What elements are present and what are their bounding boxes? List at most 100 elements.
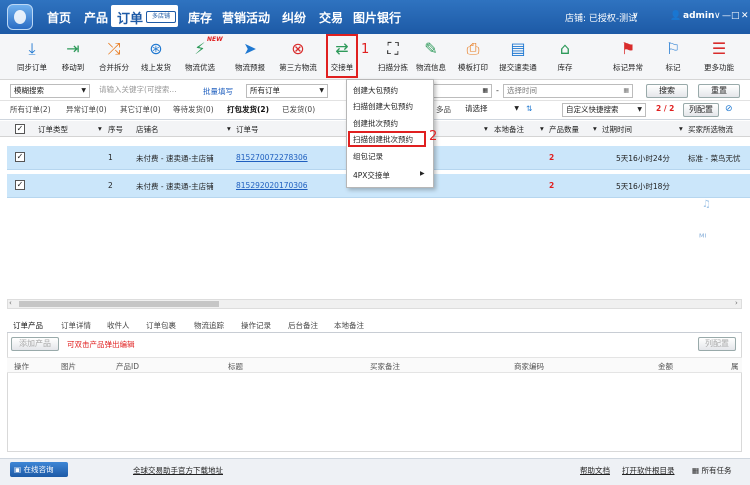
tab-waiting-ship[interactable]: 等待发货(0): [173, 104, 214, 115]
tab-shipped[interactable]: 已发货(0): [282, 104, 315, 115]
header-local-note[interactable]: 本地备注: [494, 124, 524, 135]
logistics-optimize-button[interactable]: ⚡ 物流优选: [178, 37, 222, 77]
menu-create-batch[interactable]: 创建批次预约: [353, 118, 398, 129]
tab-local-note[interactable]: 本地备注: [334, 320, 364, 331]
keyword-input[interactable]: 请输入关键字(可搜索...: [96, 84, 196, 98]
column-config-button[interactable]: 列配置: [683, 103, 719, 117]
col-attributes: 属: [731, 362, 739, 371]
row-checkbox[interactable]: ✓: [15, 152, 25, 162]
tab-order-details[interactable]: 订单详情: [61, 320, 91, 331]
app-logo-icon: [7, 4, 33, 30]
scrollbar-thumb[interactable]: [19, 301, 219, 307]
scroll-right-icon[interactable]: ›: [735, 299, 738, 307]
nav-marketing[interactable]: 营销活动: [222, 9, 270, 26]
header-order-no[interactable]: 订单号: [236, 124, 259, 135]
start-date-input[interactable]: ▦: [432, 84, 492, 98]
tab-logistics-tracking[interactable]: 物流追踪: [194, 320, 224, 331]
tab-backend-note[interactable]: 后台备注: [288, 320, 318, 331]
mark-button[interactable]: ⚐ 标记: [651, 37, 695, 77]
col-merchant-code: 商家编码: [514, 362, 544, 371]
row-expire: 5天16小时18分: [616, 182, 670, 191]
all-tasks-button[interactable]: ▦ 所有任务: [692, 465, 731, 476]
sort-icon[interactable]: ⇅: [526, 104, 532, 113]
inventory-button[interactable]: ⌂ 库存: [543, 37, 587, 77]
search-mode-select[interactable]: 模糊搜索 ▼: [10, 84, 90, 98]
nav-inventory[interactable]: 库存: [188, 9, 212, 26]
tab-all-orders[interactable]: 所有订单(2): [10, 104, 51, 115]
col-image: 图片: [61, 362, 76, 371]
detail-column-config-button[interactable]: 列配置: [698, 337, 736, 351]
store-selector[interactable]: 店铺: 已授权-测试: [565, 11, 637, 24]
reset-button[interactable]: 重置: [698, 84, 740, 98]
batch-fill-link[interactable]: 批量填写: [203, 86, 233, 97]
nav-orders[interactable]: 订单: [117, 8, 143, 27]
menu-scan-create-big-package[interactable]: 扫描创建大包预约: [353, 101, 413, 112]
submit-aliexpress-button[interactable]: ▤ 提交速卖通: [496, 37, 540, 77]
header-buyer-logistics[interactable]: 买家所选物流: [688, 124, 733, 135]
header-seq[interactable]: 序号: [108, 124, 123, 135]
stats-icon[interactable]: ᴹᴵ: [699, 233, 706, 244]
online-ship-button[interactable]: ⊛ 线上发货: [134, 37, 178, 77]
menu-package-records[interactable]: 组包记录: [353, 151, 383, 162]
template-print-button[interactable]: ⎙ 模板打印: [451, 37, 495, 77]
sync-orders-button[interactable]: ⤓ 同步订单: [10, 37, 54, 77]
close-button[interactable]: ✕: [741, 11, 749, 21]
logistics-info-button[interactable]: ✎ 物流信息: [409, 37, 453, 77]
mark-exception-button[interactable]: ⚑ 标记异常: [606, 37, 650, 77]
menu-create-big-package[interactable]: 创建大包预约: [353, 85, 398, 96]
nav-home[interactable]: 首页: [47, 9, 71, 26]
menu-scan-create-batch[interactable]: 扫描创建批次预约: [353, 134, 413, 145]
filter-select[interactable]: 请选择 ▼: [462, 103, 522, 117]
nav-products[interactable]: 产品: [84, 9, 108, 26]
chevron-right-icon: ▶: [420, 170, 425, 177]
help-docs-link[interactable]: 帮助文档: [580, 465, 610, 476]
chevron-down-icon[interactable]: ∨: [714, 11, 721, 21]
row-store: 未付费 - 速卖通-主店铺: [136, 154, 214, 163]
tab-recipient[interactable]: 收件人: [107, 320, 130, 331]
tab-order-packages[interactable]: 订单包裹: [146, 320, 176, 331]
menu-4px-handover[interactable]: 4PX交接单: [353, 170, 390, 181]
nav-image-bank[interactable]: 图片银行: [353, 9, 401, 26]
flag-icon: ⚑: [620, 39, 636, 58]
minimize-button[interactable]: —: [722, 11, 731, 21]
header-order-type[interactable]: 订单类型: [38, 124, 68, 135]
gauge-icon: ⊗: [291, 39, 305, 58]
end-date-input[interactable]: 选择时间 ▦: [503, 84, 633, 98]
scroll-left-icon[interactable]: ‹: [9, 299, 12, 307]
platform-filter[interactable]: 多品: [436, 104, 451, 115]
logistics-forecast-button[interactable]: ➤ 物流预报: [228, 37, 272, 77]
tab-exception-orders[interactable]: 异常订单(0): [66, 104, 107, 115]
row-expire: 5天16小时24分: [616, 154, 670, 163]
quick-search-select[interactable]: 自定义快捷搜索 ▼: [562, 103, 646, 117]
eye-icon[interactable]: ⊘: [725, 104, 733, 114]
download-link[interactable]: 全球交易助手官方下载地址: [133, 465, 223, 476]
merge-split-button[interactable]: ⤮ 合并拆分: [92, 37, 136, 77]
tab-pack-ship[interactable]: 打包发货(2): [227, 104, 269, 115]
row-checkbox[interactable]: ✓: [15, 180, 25, 190]
header-expire[interactable]: 过期时间: [602, 124, 632, 135]
user-menu[interactable]: admin: [683, 11, 714, 21]
move-to-button[interactable]: ⇥ 移动到: [51, 37, 95, 77]
row-order-link[interactable]: 815292020170306: [236, 181, 318, 190]
calendar-icon: ▦: [482, 87, 488, 94]
header-store[interactable]: 店铺名: [136, 124, 159, 135]
order-type-select[interactable]: 所有订单 ▼: [246, 84, 328, 98]
nav-disputes[interactable]: 纠纷: [282, 9, 306, 26]
online-consult-button[interactable]: ▣ 在线咨询: [10, 462, 68, 477]
maximize-button[interactable]: □: [731, 11, 740, 21]
header-qty[interactable]: 产品数量: [549, 124, 579, 135]
add-product-button[interactable]: 添加产品: [11, 337, 59, 351]
bell-icon[interactable]: ♫: [702, 199, 711, 210]
row-order-link[interactable]: 815270072278306: [236, 153, 318, 162]
tab-other-orders[interactable]: 其它订单(0): [120, 104, 161, 115]
open-root-dir-link[interactable]: 打开软件根目录: [622, 465, 675, 476]
search-button[interactable]: 搜索: [646, 84, 688, 98]
chevron-down-icon[interactable]: ∨: [632, 11, 639, 21]
tab-operation-log[interactable]: 操作记录: [241, 320, 271, 331]
third-party-logistics-button[interactable]: ⊗ 第三方物流: [276, 37, 320, 77]
select-all-checkbox[interactable]: ✓: [15, 124, 25, 134]
more-functions-button[interactable]: ☰ 更多功能: [697, 37, 741, 77]
nav-trade[interactable]: 交易: [319, 9, 343, 26]
tab-order-products[interactable]: 订单产品: [13, 320, 43, 331]
dropdown-arrow-icon: ▼: [81, 87, 86, 94]
